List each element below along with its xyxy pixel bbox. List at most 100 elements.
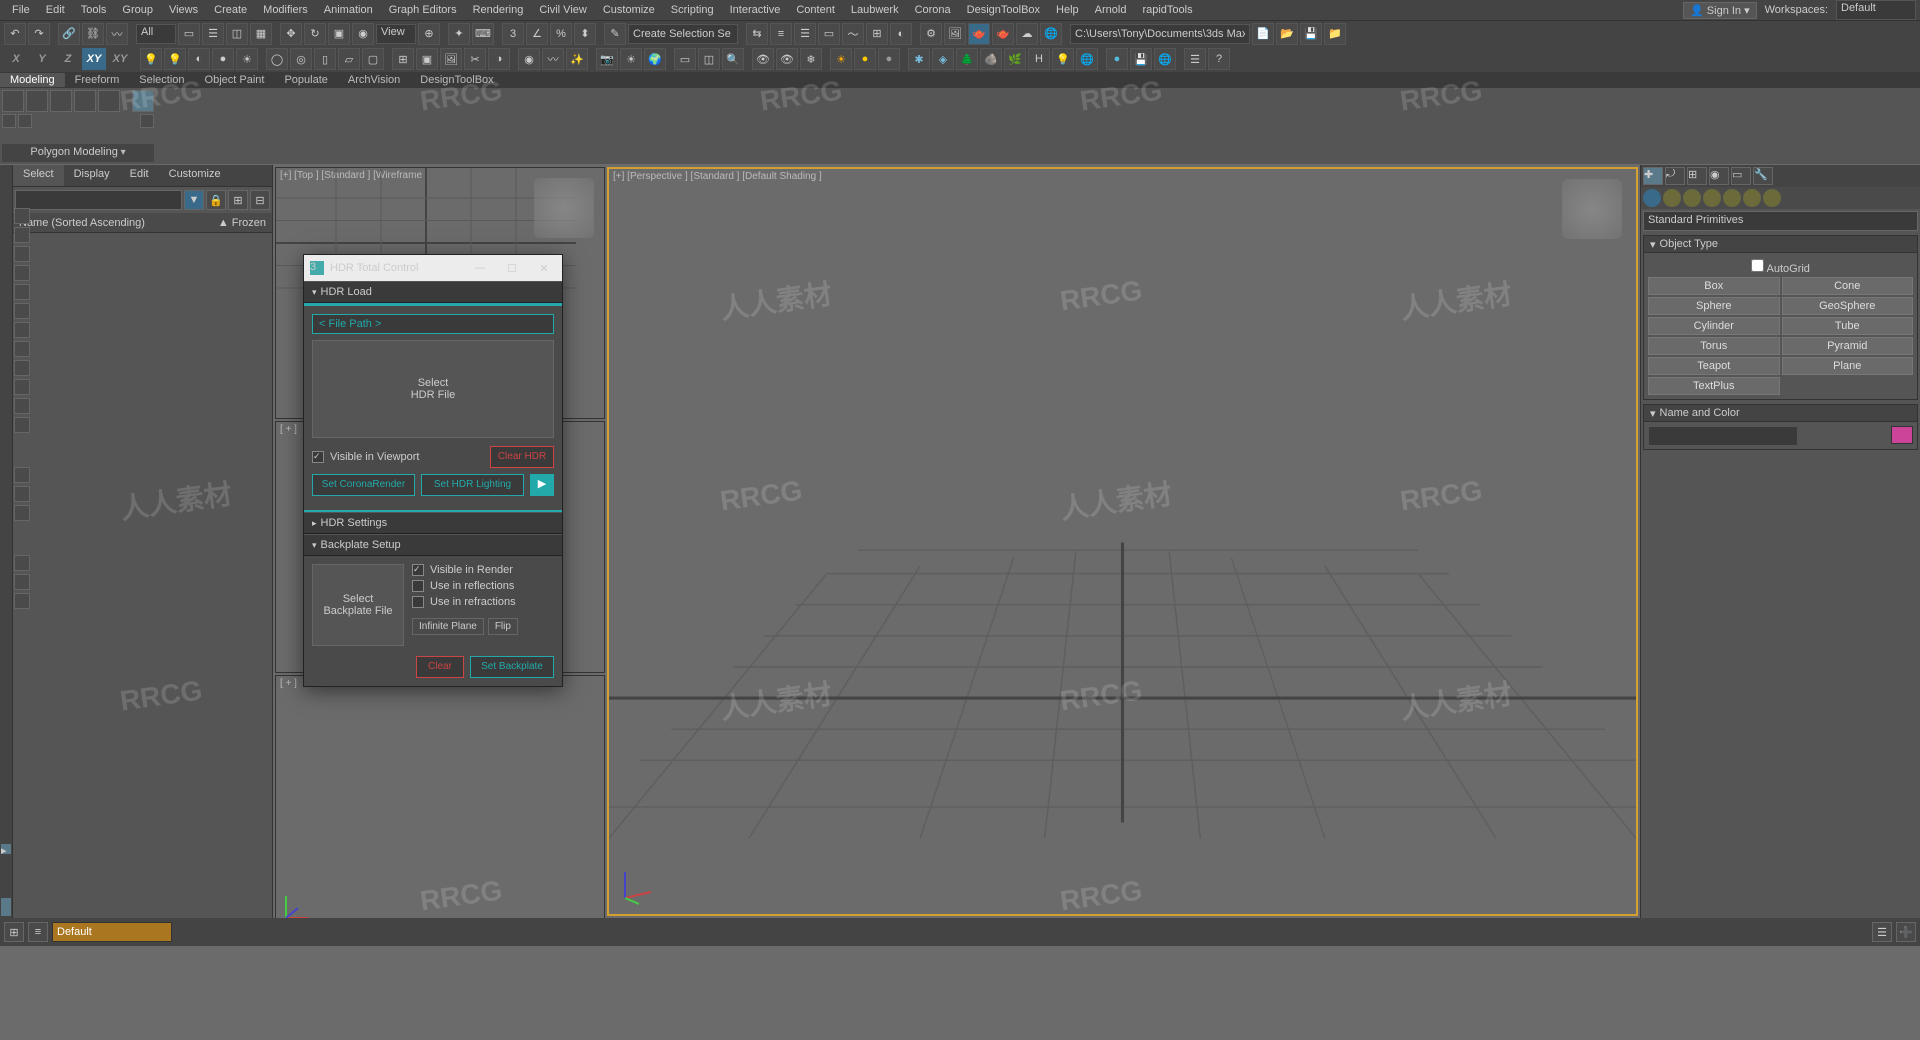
autogrid-checkbox[interactable] [1751,259,1764,272]
proxy-icon[interactable]: ◈ [932,48,954,70]
select-move-button[interactable]: ✥ [280,23,302,45]
select-scale-button[interactable]: ▣ [328,23,350,45]
menu-graph-editors[interactable]: Graph Editors [381,2,465,18]
maximize-button[interactable]: ☐ [500,262,524,275]
ref-coord-dropdown[interactable]: View [376,24,416,44]
ribbon-tab-populate[interactable]: Populate [274,73,337,87]
filter-helpers-icon[interactable] [14,284,30,300]
cameras-subtab-icon[interactable] [1703,189,1721,207]
render-setup-button[interactable]: ⚙ [920,23,942,45]
shade-selected-icon[interactable]: ◑ [488,48,510,70]
layers-icon[interactable]: ☰ [1872,922,1892,942]
modify-tab-icon[interactable]: ⤾ [1665,167,1685,185]
selection-filter-dropdown[interactable]: All [136,24,176,44]
geosphere-button[interactable]: GeoSphere [1782,297,1914,315]
ribbon-btn-1[interactable] [2,90,24,112]
ao-icon[interactable]: ● [212,48,234,70]
render-blowup-icon[interactable]: 🔍 [722,48,744,70]
menu-scripting[interactable]: Scripting [663,2,722,18]
frozen-column-header[interactable]: ▲ Frozen [218,217,266,229]
scene-search-input[interactable] [15,190,182,210]
unlink-button[interactable]: ⛓ [82,23,104,45]
cylinder-icon[interactable]: ▯ [314,48,336,70]
material-editor-button[interactable]: ◐ [890,23,912,45]
filter-hidden-icon[interactable] [14,417,30,433]
keyboard-shortcut-button[interactable]: ⌨ [472,23,494,45]
clear-hdr-button[interactable]: Clear HDR [490,446,554,468]
select-backplate-button[interactable]: Select Backplate File [312,564,404,646]
new-scene-button[interactable]: 📄 [1252,23,1274,45]
corona-sun-icon[interactable]: ☀ [830,48,852,70]
menu-content[interactable]: Content [788,2,843,18]
viewcube-persp-icon[interactable] [1562,179,1622,239]
visible-render-checkbox[interactable] [412,564,424,576]
workspaces-dropdown[interactable]: Default [1836,0,1916,20]
hdr-file-path-field[interactable]: < File Path > [312,314,554,334]
layer-dropdown[interactable] [52,922,172,942]
shadow-icon[interactable]: ◐ [188,48,210,70]
menu-group[interactable]: Group [114,2,161,18]
display-none-icon[interactable] [14,467,30,483]
filter-geometry-icon[interactable] [14,208,30,224]
render-iterative-button[interactable]: 🫖 [992,23,1014,45]
isolate-icon[interactable]: 👁 [752,48,774,70]
axis-z-button[interactable]: Z [56,48,80,70]
dtb-sphere-icon[interactable]: ● [1106,48,1128,70]
scene-tree[interactable] [13,233,272,918]
hdr-icon[interactable]: H [1028,48,1050,70]
teapot-button[interactable]: Teapot [1648,357,1780,375]
menu-tools[interactable]: Tools [73,2,115,18]
menu-laubwerk[interactable]: Laubwerk [843,2,907,18]
named-selection-input[interactable] [628,24,738,44]
axis-xy2-button[interactable]: XY [108,48,132,70]
scatter-icon[interactable]: ✱ [908,48,930,70]
utilities-tab-icon[interactable]: 🔧 [1753,167,1773,185]
axis-x-button[interactable]: X [4,48,28,70]
ribbon-btn-2[interactable] [26,90,48,112]
pyramid-button[interactable]: Pyramid [1782,337,1914,355]
sun-icon[interactable]: ☀ [620,48,642,70]
menu-rapidtools[interactable]: rapidTools [1134,2,1200,18]
clear-backplate-button[interactable]: Clear [416,656,464,678]
viewport-bg-icon[interactable]: 🖼 [440,48,462,70]
sync-icon[interactable] [14,574,30,590]
scene-tab-display[interactable]: Display [64,165,120,186]
globe-icon[interactable]: 🌐 [1076,48,1098,70]
hdr-settings-section-head[interactable]: HDR Settings [304,512,562,534]
grass-icon[interactable]: 🌿 [1004,48,1026,70]
align-button[interactable]: ≡ [770,23,792,45]
motion-tab-icon[interactable]: ◉ [1709,167,1729,185]
menu-rendering[interactable]: Rendering [465,2,532,18]
save-scene-button[interactable]: 💾 [1300,23,1322,45]
rectangle-region-button[interactable]: ◫ [226,23,248,45]
menu-create[interactable]: Create [206,2,255,18]
maxscript-listener-icon[interactable]: ⊞ [4,922,24,942]
infinite-plane-button[interactable]: Infinite Plane [412,618,484,635]
project-button[interactable]: 📁 [1324,23,1346,45]
ribbon-btn-5[interactable] [98,90,120,112]
viewport-left[interactable]: [ + ] [275,675,605,929]
textplus-button[interactable]: TextPlus [1648,377,1780,395]
scene-tab-select[interactable]: Select [13,165,64,186]
backplate-section-head[interactable]: Backplate Setup [304,534,562,556]
name-column-header[interactable]: Name (Sorted Ascending) [19,217,218,229]
menu-animation[interactable]: Animation [316,2,381,18]
name-color-rollout-head[interactable]: ▾ Name and Color [1643,404,1918,422]
ribbon-small-1[interactable] [2,114,16,128]
cylinder-button[interactable]: Cylinder [1648,317,1780,335]
box-button[interactable]: Box [1648,277,1780,295]
set-backplate-button[interactable]: Set Backplate [470,656,554,678]
filter-groups-icon[interactable] [14,322,30,338]
ies-icon[interactable]: 💡 [1052,48,1074,70]
filter-cameras-icon[interactable] [14,265,30,281]
scene-tab-edit[interactable]: Edit [120,165,159,186]
dock-toggle-icon[interactable]: ▸ [1,844,11,854]
ribbon-tab-object-paint[interactable]: Object Paint [195,73,275,87]
list-icon[interactable]: ☰ [1184,48,1206,70]
curve-editor-button[interactable]: 〜 [842,23,864,45]
select-by-name-button[interactable]: ☰ [202,23,224,45]
box-icon[interactable]: ▢ [362,48,384,70]
rock-icon[interactable]: 🪨 [980,48,1002,70]
select-manipulate-button[interactable]: ✦ [448,23,470,45]
tree-icon[interactable]: 🌲 [956,48,978,70]
